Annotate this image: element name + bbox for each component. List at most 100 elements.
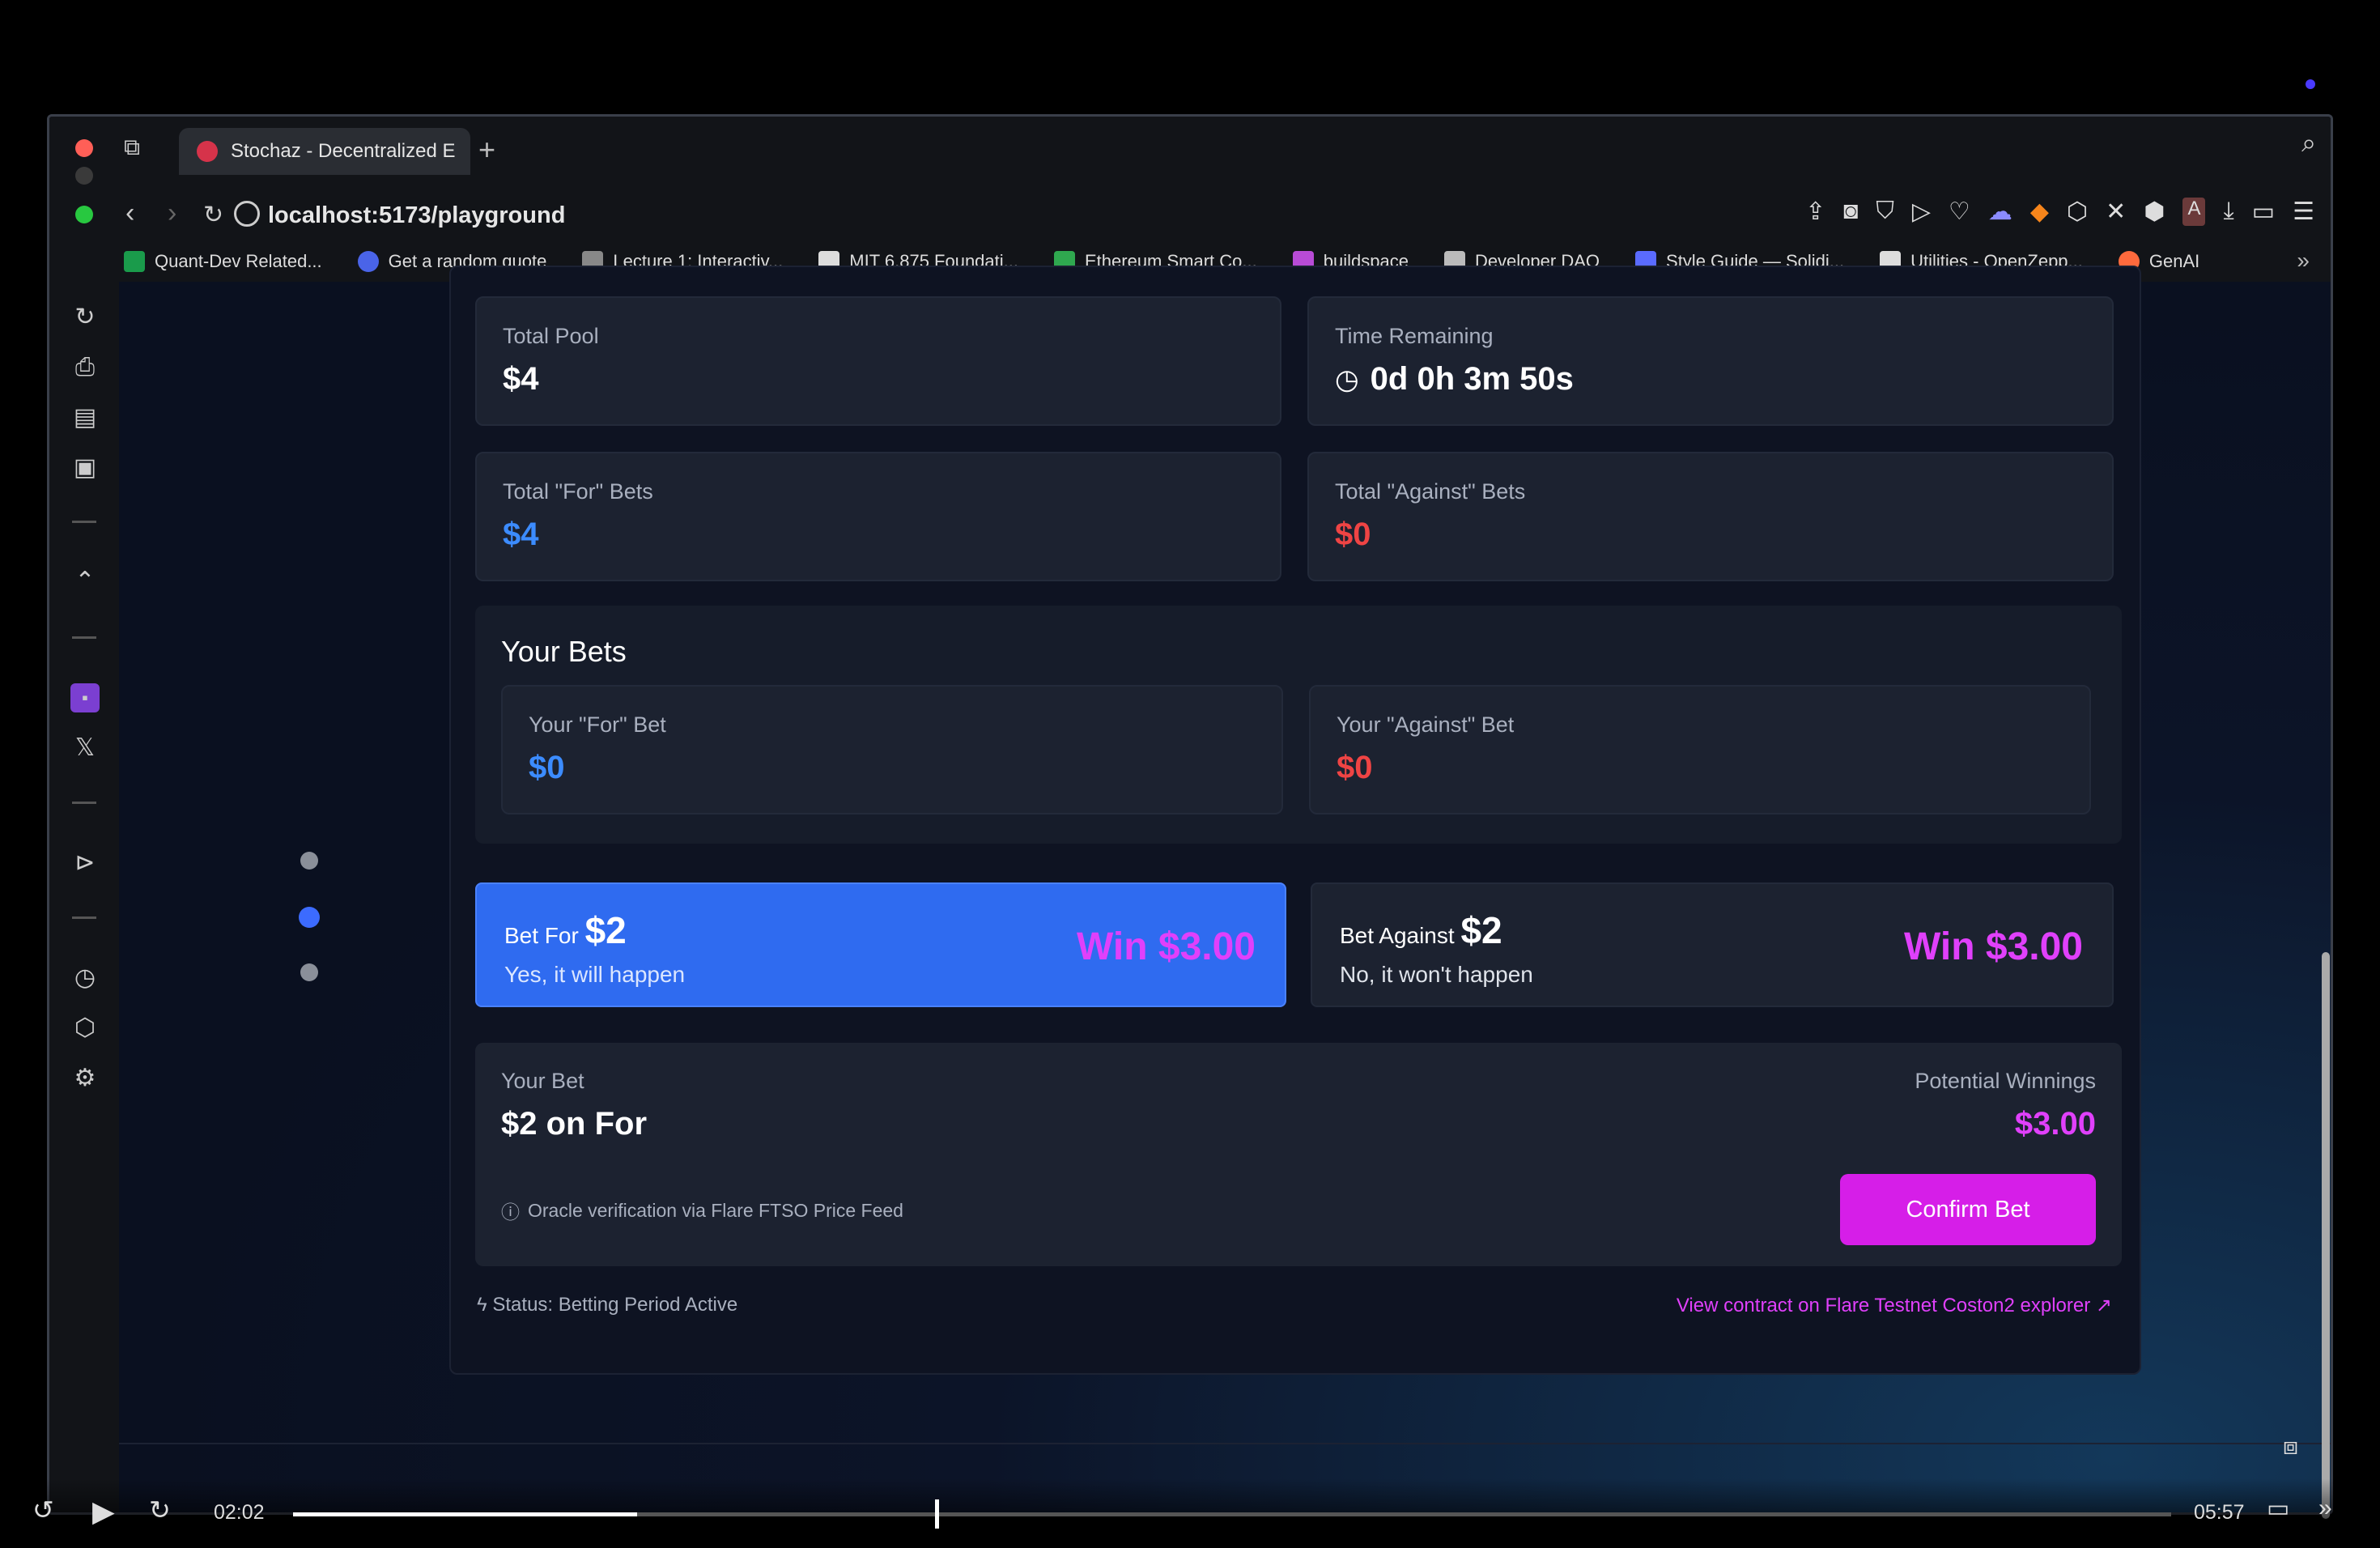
heart-icon[interactable]: ♡ [1949, 198, 1970, 226]
explorer-link[interactable]: View contract on Flare Testnet Coston2 e… [1677, 1294, 2112, 1317]
bet-for-win: Win $3.00 [1077, 925, 1256, 968]
total-pool-card: Total Pool $4 [475, 296, 1281, 426]
your-against-bet-card: Your "Against" Bet $0 [1309, 685, 2091, 814]
info-icon: ⓘ [501, 1201, 520, 1223]
video-progress-track[interactable] [293, 1512, 2171, 1516]
send-icon[interactable]: ▷ [1912, 198, 1931, 226]
oracle-note: ⓘ Oracle verification via Flare FTSO Pri… [501, 1197, 903, 1224]
total-against-value: $0 [1335, 517, 1371, 552]
back-button[interactable]: ‹ [125, 198, 134, 229]
new-tab-button[interactable]: + [478, 133, 495, 167]
total-against-card: Total "Against" Bets $0 [1307, 452, 2114, 581]
download-icon[interactable]: ⤓ [2223, 198, 2233, 226]
bet-against-amount: $2 [1460, 909, 1502, 951]
printer-icon[interactable]: ⎙ [70, 353, 100, 382]
cube-extension-icon[interactable]: ⬡ [2067, 198, 2088, 226]
bet-for-prefix: Bet For [504, 923, 579, 948]
twitch-icon[interactable]: ▪ [70, 683, 100, 712]
your-for-value: $0 [529, 750, 565, 785]
minimize-window-button[interactable] [75, 167, 93, 185]
rewind-15-icon[interactable]: ↺ [32, 1495, 54, 1525]
bet-for-button[interactable]: Bet For $2 Yes, it will happen Win $3.00 [475, 882, 1286, 1007]
cloud-extension-icon[interactable]: ☁ [1988, 198, 2012, 226]
status-dot-icon [2306, 79, 2315, 89]
bookmark-item[interactable]: Quant-Dev Related... [124, 251, 322, 272]
bet-against-prefix: Bet Against [1340, 923, 1455, 948]
sidebar-divider [72, 916, 96, 919]
more-bookmarks-button[interactable]: » [2297, 248, 2310, 274]
your-bet-value: $2 on For [501, 1106, 648, 1142]
address-bar[interactable]: localhost:5173/playground [268, 202, 565, 229]
share-icon[interactable]: ⇪ [1805, 198, 1825, 226]
x-twitter-icon[interactable]: 𝕏 [70, 734, 100, 763]
profile-avatar-icon[interactable]: A [2182, 198, 2206, 226]
close-window-button[interactable] [75, 139, 93, 157]
captions-icon[interactable]: ⧈ [2283, 1433, 2298, 1461]
potential-winnings-value: $3.00 [2014, 1106, 2096, 1142]
carousel-dot[interactable] [300, 963, 318, 981]
play-circle-icon[interactable]: ⊳ [70, 848, 100, 878]
settings-gear-icon[interactable]: ⚙ [70, 1064, 100, 1093]
confirm-bet-button[interactable]: Confirm Bet [1840, 1174, 2096, 1245]
search-icon[interactable]: ⌕ [2301, 128, 2316, 159]
reload-icon[interactable]: ↻ [203, 201, 223, 229]
your-for-label: Your "For" Bet [529, 712, 666, 737]
shield-icon[interactable]: ⛉ [1876, 198, 1894, 226]
battery-icon[interactable]: ▭ [2252, 198, 2275, 226]
market-panel: Total Pool $4 Time Remaining ◷ 0d 0h 3m … [449, 266, 2141, 1375]
your-bets-title: Your Bets [501, 635, 627, 668]
workspaces-icon[interactable]: ⧉ [124, 134, 140, 161]
total-pool-value: $4 [503, 361, 539, 397]
carousel-dot[interactable] [300, 852, 318, 870]
sidebar-divider [72, 521, 96, 523]
messenger-icon[interactable]: ▣ [70, 453, 100, 483]
your-for-bet-card: Your "For" Bet $0 [501, 685, 1283, 814]
total-for-label: Total "For" Bets [503, 479, 653, 504]
bet-against-button[interactable]: Bet Against $2 No, it won't happen Win $… [1311, 882, 2114, 1007]
browser-window: ⧉ Stochaz - Decentralized E + ⌕ ‹ › ↻ lo… [47, 114, 2333, 1515]
total-for-card: Total "For" Bets $4 [475, 452, 1281, 581]
metamask-icon[interactable]: ◆ [2030, 198, 2049, 226]
tab-bar: ⧉ Stochaz - Decentralized E + ⌕ [49, 117, 2331, 189]
stochaz-favicon-icon [197, 141, 218, 162]
bookmark-label: GenAI [2148, 251, 2200, 271]
extensions-area: ⇪ ◙ ⛉ ▷ ♡ ☁ ◆ ⬡ ✕ ⬢ A ⤓ ▭ ☰ [1805, 198, 2314, 226]
forward-button[interactable]: › [168, 198, 176, 229]
page-footer-divider [119, 1443, 2331, 1444]
tab-stochaz[interactable]: Stochaz - Decentralized E [179, 128, 470, 175]
carousel-dot-active[interactable] [299, 907, 320, 928]
clock-icon: ◷ [1335, 364, 1359, 395]
clock-icon[interactable]: ◷ [70, 963, 100, 993]
bet-for-amount: $2 [584, 909, 627, 951]
page-content: Total Pool $4 Time Remaining ◷ 0d 0h 3m … [119, 266, 2331, 1512]
your-bets-section: Your Bets Your "For" Bet $0 Your "Agains… [475, 606, 2122, 844]
toolbar: ‹ › ↻ localhost:5173/playground ⇪ ◙ ⛉ ▷ … [49, 189, 2331, 241]
airplay-icon[interactable]: ▭ [2267, 1495, 2289, 1523]
video-progress-knob[interactable] [935, 1499, 939, 1529]
bet-for-subtitle: Yes, it will happen [504, 962, 686, 987]
history-icon[interactable]: ↻ [70, 303, 100, 332]
box-extension-icon[interactable]: ⬢ [2144, 198, 2165, 226]
status-line: ϟ Status: Betting Period Active [477, 1294, 737, 1316]
browser-sidebar: ↻ ⎙ ▤ ▣ ⌃ ▪ 𝕏 ⊳ ◷ ⬡ ⚙ GX [49, 282, 119, 1512]
play-icon[interactable]: ▶ [92, 1495, 115, 1529]
site-info-icon[interactable] [234, 201, 260, 227]
monitor-icon[interactable]: ▤ [70, 403, 100, 432]
fast-forward-icon[interactable]: » [2318, 1495, 2332, 1522]
scrollbar[interactable] [2322, 952, 2330, 1519]
video-progress-fill [293, 1512, 637, 1516]
your-bet-label: Your Bet [501, 1069, 584, 1093]
menu-icon[interactable]: ☰ [2293, 198, 2314, 226]
forward-15-icon[interactable]: ↻ [149, 1495, 171, 1525]
maximize-window-button[interactable] [75, 206, 93, 223]
sidebar-divider [72, 802, 96, 804]
camera-icon[interactable]: ◙ [1843, 198, 1858, 226]
x-extension-icon[interactable]: ✕ [2106, 198, 2126, 226]
time-remaining-card: Time Remaining ◷ 0d 0h 3m 50s [1307, 296, 2114, 426]
arrow-up-icon[interactable]: ⌃ [70, 567, 100, 596]
cube-icon[interactable]: ⬡ [70, 1014, 100, 1043]
bet-against-subtitle: No, it won't happen [1340, 962, 1533, 987]
time-remaining-row: ◷ 0d 0h 3m 50s [1335, 361, 1574, 398]
bookmark-label: Quant-Dev Related... [155, 251, 322, 271]
potential-winnings-label: Potential Winnings [1915, 1069, 2096, 1093]
